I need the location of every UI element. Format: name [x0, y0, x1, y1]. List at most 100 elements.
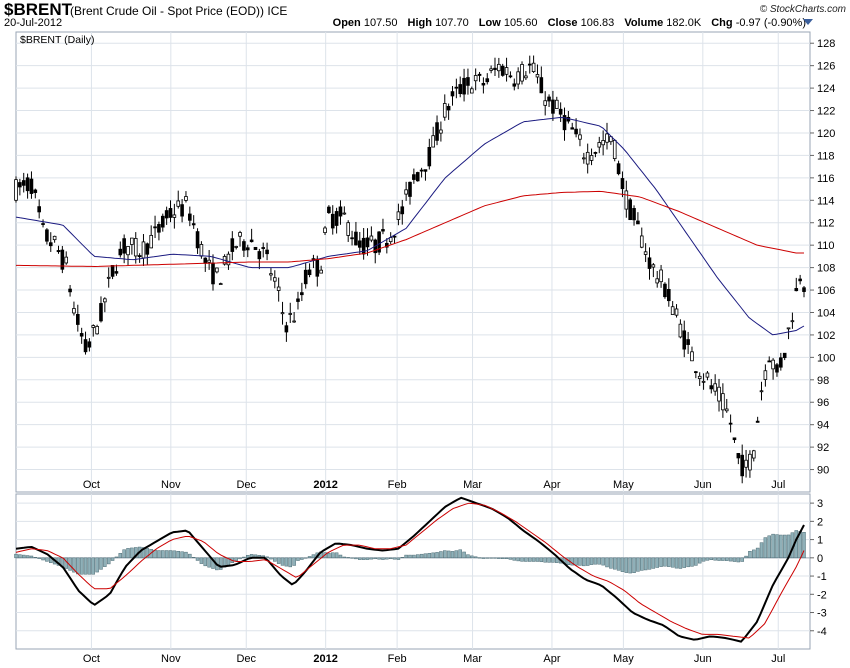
price-candle-body [64, 256, 69, 264]
macd-histogram-bar [466, 554, 470, 559]
macd-histogram-bar [462, 551, 466, 559]
macd-histogram-bar [273, 557, 277, 562]
volume-value: 182.0K [666, 17, 702, 29]
price-candle-body [327, 206, 331, 214]
macd-chart: -4 -3 -2 -1 0 1 2 3 Oct Nov Dec 2012 Feb Mar Apr May Ju… [14, 493, 827, 665]
macd-histogram-bar [377, 557, 381, 560]
price-candle-body [578, 134, 582, 140]
price-candle-body [767, 360, 772, 363]
price-candle-body [701, 380, 706, 383]
price-candle-body [779, 357, 783, 368]
high-label: High [407, 17, 432, 29]
macd-histogram-bar [207, 557, 211, 568]
price-candle-body [122, 238, 126, 254]
low-label: Low [478, 17, 501, 29]
dropdown-arrow-icon[interactable] [803, 19, 813, 25]
macd-histogram-bar [130, 547, 134, 559]
price-candle-body [354, 231, 358, 246]
macd-histogram-bar [551, 557, 555, 563]
macd-histogram-bar [280, 557, 285, 566]
price-candle-body [489, 68, 493, 71]
price-candle-body [721, 393, 725, 411]
macd-histogram-bar [338, 554, 343, 559]
price-y-tick-label: 118 [817, 150, 835, 162]
price-candle-body [481, 82, 486, 86]
price-y-tick-label: 108 [817, 263, 835, 275]
macd-histogram-bar [99, 557, 103, 570]
price-candle-body [524, 75, 528, 79]
macd-histogram-bar [427, 553, 432, 559]
price-candle-body [554, 99, 559, 109]
macd-histogram-bar [385, 557, 389, 560]
macd-histogram-bar [663, 557, 667, 567]
price-candle-body [157, 224, 161, 233]
price-candle-body [694, 371, 698, 374]
macd-histogram-bar [238, 557, 242, 560]
price-candle-body [79, 333, 84, 337]
price-candle-body [300, 292, 304, 296]
price-x-tick-label: Mar [463, 479, 482, 491]
macd-histogram-bar [535, 557, 540, 562]
macd-histogram-bar [705, 557, 710, 561]
price-candle-body [705, 372, 710, 378]
price-candle-body [350, 237, 354, 240]
price-candle-body [41, 223, 45, 225]
price-candle-body [740, 454, 744, 477]
macd-histogram-bar [574, 557, 578, 566]
price-y-tick-label: 100 [817, 352, 835, 364]
macd-histogram-bar [748, 551, 752, 559]
price-candle-body [786, 327, 791, 330]
price-y-tick-label: 94 [817, 420, 829, 432]
price-candle-body [211, 262, 215, 285]
macd-histogram-bar [176, 551, 180, 559]
price-candle-body [466, 77, 470, 86]
price-candle-body [392, 235, 397, 238]
price-candle-body [145, 243, 150, 255]
macd-histogram-bar [300, 557, 304, 560]
macd-histogram-bar [446, 550, 451, 559]
macd-histogram-bar [771, 533, 775, 559]
macd-histogram-bar [369, 557, 374, 560]
macd-histogram-bar [578, 557, 582, 566]
price-candle-body [659, 269, 663, 283]
macd-histogram-bar [234, 557, 238, 561]
macd-y-axis: -4 -3 -2 -1 0 1 2 3 [810, 498, 827, 638]
macd-histogram-bar [755, 547, 760, 559]
brand-logo[interactable]: © StockCharts.com [760, 4, 846, 15]
macd-histogram-bar [25, 555, 30, 559]
macd-histogram-bar [763, 537, 768, 559]
price-candle-body [643, 251, 648, 255]
description-text: (Brent Crude Oil - Spot Price (EOD)) [70, 4, 265, 18]
macd-x-tick-label: Nov [161, 653, 181, 665]
macd-histogram-bar [354, 557, 358, 560]
macd-histogram-bar [779, 534, 783, 559]
macd-histogram-bar [126, 548, 130, 559]
macd-histogram-bar [643, 557, 648, 571]
macd-histogram-bar [392, 557, 397, 560]
macd-histogram-bar [701, 557, 706, 562]
macd-histogram-bar [736, 557, 741, 563]
price-candle-body [14, 179, 18, 201]
price-y-tick-label: 114 [817, 195, 835, 207]
price-candle-body [690, 351, 694, 362]
price-candle-body [172, 214, 177, 218]
macd-histogram-bar [195, 557, 200, 561]
macd-histogram-bar [358, 557, 362, 560]
price-candle-body [570, 127, 575, 130]
macd-histogram-bar [419, 553, 424, 559]
price-candle-body [531, 62, 536, 73]
macd-histogram-bar [605, 557, 609, 568]
macd-histogram-bar [265, 556, 269, 559]
price-candle-body [168, 208, 173, 218]
low-value: 105.60 [503, 17, 538, 29]
macd-histogram-bar [616, 557, 621, 571]
macd-histogram-bar [732, 557, 737, 562]
price-x-tick-label: Apr [543, 479, 560, 491]
price-candle-body [713, 383, 717, 392]
macd-histogram-bar [246, 554, 250, 559]
price-candle-body [724, 408, 729, 412]
macd-histogram-bar [342, 556, 347, 559]
price-candle-body [655, 278, 660, 284]
price-candle-body [667, 289, 671, 302]
macd-histogram-bar [697, 557, 702, 564]
